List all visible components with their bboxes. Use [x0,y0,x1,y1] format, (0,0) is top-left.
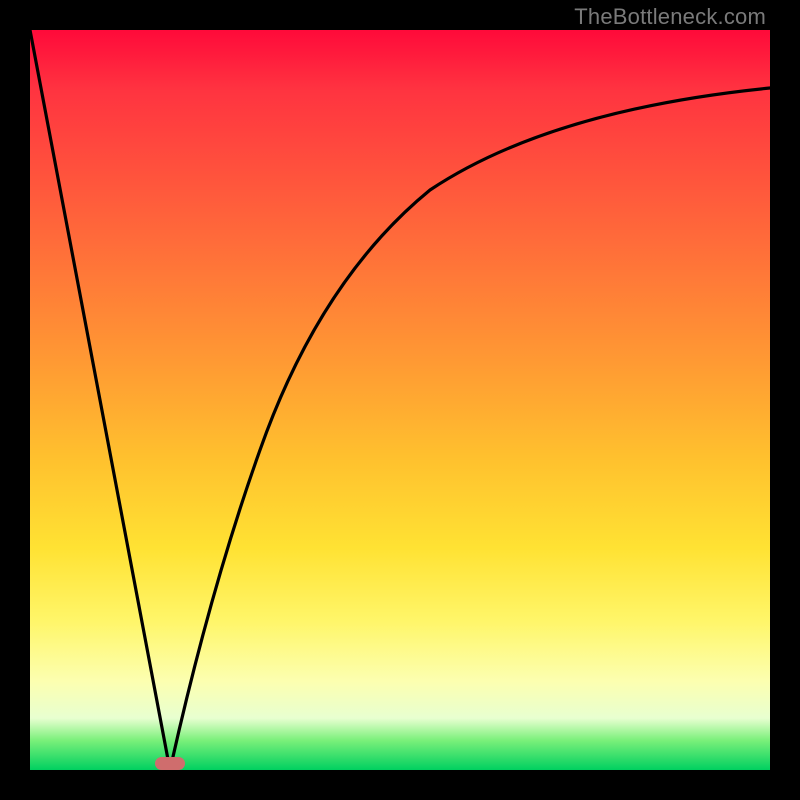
bottleneck-curve-svg [30,30,770,770]
curve-left-leg [30,30,170,770]
curve-right-leg [170,88,770,770]
chart-frame: TheBottleneck.com [0,0,800,800]
optimal-marker [155,757,185,770]
watermark-text: TheBottleneck.com [574,4,766,30]
plot-area [30,30,770,770]
